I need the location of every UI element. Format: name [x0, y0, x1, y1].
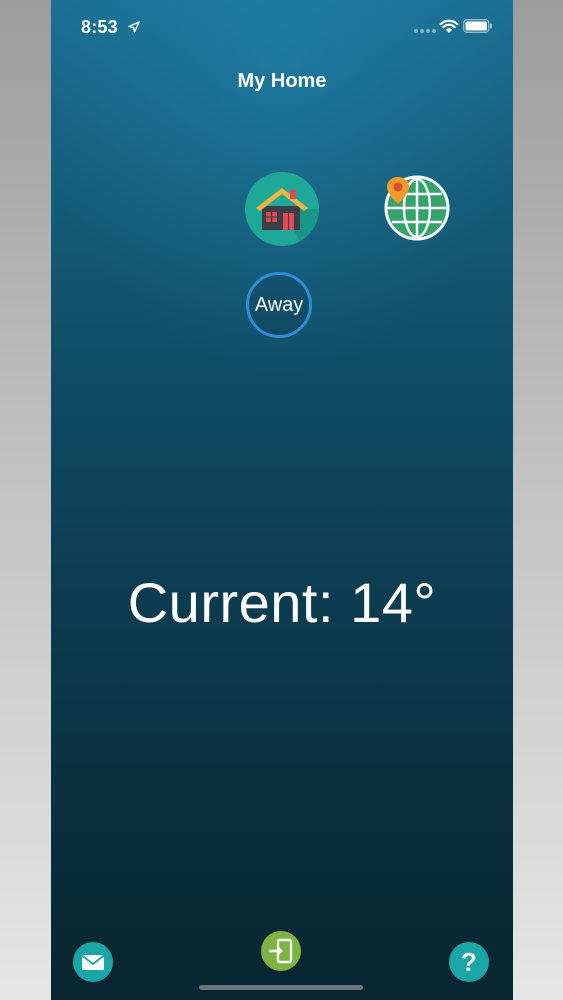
home-icon[interactable] — [245, 172, 319, 246]
away-button[interactable]: Away — [246, 272, 312, 338]
mail-icon[interactable] — [73, 942, 113, 982]
status-time: 8:53 — [81, 17, 118, 37]
status-bar: 8:53 — [51, 0, 513, 56]
battery-icon — [463, 19, 492, 33]
enter-icon[interactable] — [261, 931, 301, 971]
help-icon[interactable]: ? — [449, 942, 489, 982]
svg-text:?: ? — [461, 947, 477, 977]
app-screen: 8:53 My Home Away Current: 14° ? — [51, 0, 513, 1000]
page-title: My Home — [237, 70, 327, 92]
wifi-icon — [439, 19, 459, 33]
home-indicator — [199, 985, 363, 990]
signal-dots-icon — [414, 29, 436, 33]
left-backdrop — [0, 0, 51, 1000]
right-backdrop — [513, 0, 563, 1000]
current-temperature: Current: 14° — [127, 571, 437, 634]
globe-location-icon[interactable] — [384, 175, 450, 241]
location-arrow-icon — [128, 21, 140, 33]
